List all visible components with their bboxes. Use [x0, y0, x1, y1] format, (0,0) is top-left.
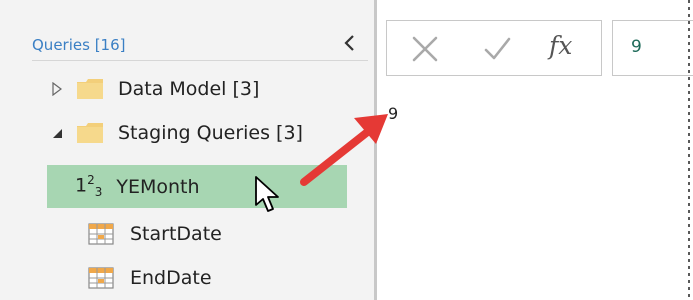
table-icon [88, 223, 114, 245]
number-icon-sup: 2 [87, 173, 95, 188]
query-label: YEMonth [116, 175, 200, 198]
fx-button[interactable]: fx [549, 31, 572, 60]
group-label: Data Model [3] [118, 78, 260, 100]
queries-header[interactable]: Queries [16] [32, 36, 125, 54]
query-item-enddate[interactable]: EndDate [88, 258, 348, 298]
query-label: EndDate [130, 267, 212, 289]
header-divider [32, 60, 368, 61]
folder-icon [77, 123, 103, 143]
formula-bar-buttons: fx [386, 20, 602, 76]
number-icon-sub: 3 [94, 185, 103, 200]
formula-input[interactable]: 9 [612, 20, 693, 76]
cancel-icon[interactable] [407, 31, 443, 67]
caret-right-icon[interactable] [50, 82, 64, 96]
folder-icon [77, 79, 103, 99]
chevron-left-icon[interactable] [340, 33, 360, 53]
number-type-icon: 123 [75, 173, 102, 199]
number-icon-base: 1 [75, 174, 88, 197]
table-icon [88, 267, 114, 289]
annotation-arrow-icon [300, 114, 388, 186]
scroll-edge [688, 0, 690, 300]
group-label: Staging Queries [3] [118, 122, 303, 144]
mouse-cursor-icon [255, 176, 279, 212]
query-item-startdate[interactable]: StartDate [88, 214, 348, 254]
formula-value: 9 [631, 37, 642, 57]
caret-expanded-icon[interactable] [50, 126, 64, 140]
query-label: StartDate [130, 223, 222, 245]
checkmark-icon[interactable] [479, 31, 515, 67]
